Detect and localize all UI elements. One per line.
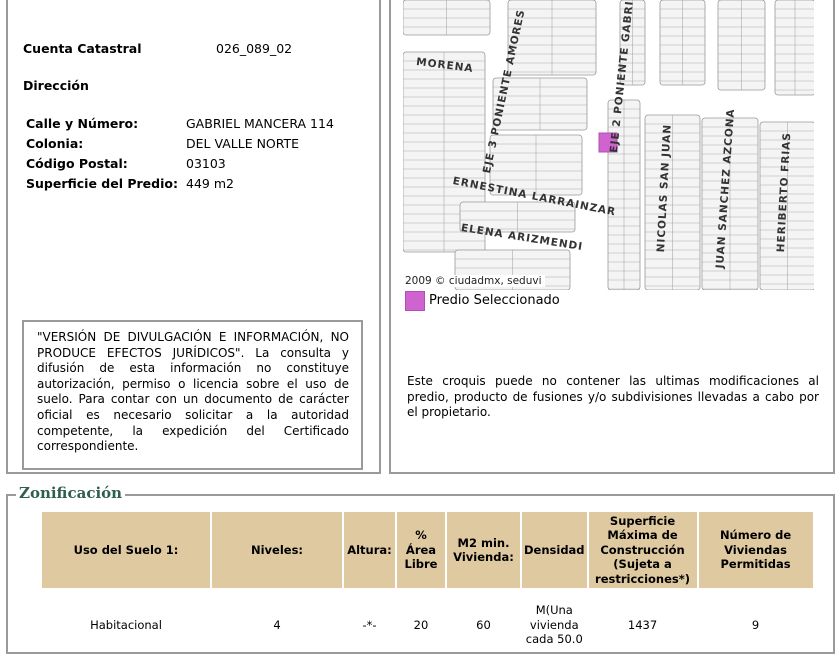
direccion-heading: Dirección xyxy=(23,78,89,93)
header-densidad: Densidad xyxy=(522,512,587,588)
field-label-cp: Código Postal: xyxy=(26,156,128,171)
map-copyright: 2009 © ciudadmx, seduvi xyxy=(405,275,545,287)
cell-uso: Habitacional xyxy=(90,617,162,632)
field-value-cp: 03103 xyxy=(186,156,226,171)
field-value-calle: GABRIEL MANCERA 114 xyxy=(186,116,334,131)
legend-label: Predio Seleccionado xyxy=(429,293,560,308)
header-uso: Uso del Suelo 1: xyxy=(42,512,210,588)
header-m2-min: M2 min. Vivienda: xyxy=(447,512,520,588)
selected-lot-swatch xyxy=(405,291,425,311)
field-label-colonia: Colonia: xyxy=(26,136,84,151)
table-row: Habitacional 4 -*- 20 60 M(Una vivienda … xyxy=(42,590,813,660)
cadastral-map[interactable]: MORENA EJE 3 PONIENTE AMORES EJE 2 PONIE… xyxy=(403,0,814,290)
zonificacion-table: Uso del Suelo 1: Niveles: Altura: % Área… xyxy=(40,510,815,662)
header-area-libre: % Área Libre xyxy=(397,512,445,588)
map-block xyxy=(659,0,706,86)
field-label-superficie: Superficie del Predio: xyxy=(26,176,178,191)
map-block xyxy=(403,0,491,36)
header-num-viviendas: Número de Viviendas Permitidas xyxy=(698,512,813,588)
cell-niveles: 4 xyxy=(273,617,281,632)
map-note: Este croquis puede no contener las ultim… xyxy=(407,374,819,420)
map-block xyxy=(774,0,814,96)
cuenta-value: 026_089_02 xyxy=(216,41,293,56)
cell-densidad: M(Una vivienda cada 50.0 xyxy=(525,603,583,647)
zonificacion-title: Zonificación xyxy=(16,484,126,502)
disclaimer-box: "VERSIÓN DE DIVULGACIÓN E INFORMACIÓN, N… xyxy=(22,320,363,470)
cell-m2-min: 60 xyxy=(476,617,491,632)
cell-num-viviendas: 9 xyxy=(751,617,760,632)
field-label-calle: Calle y Número: xyxy=(26,116,139,131)
header-altura: Altura: xyxy=(344,512,395,588)
header-niveles: Niveles: xyxy=(212,512,342,588)
field-value-colonia: DEL VALLE NORTE xyxy=(186,136,300,151)
table-header-row: Uso del Suelo 1: Niveles: Altura: % Área… xyxy=(42,512,813,588)
header-superficie-max: Superficie Máxima de Construcción (Sujet… xyxy=(588,512,697,588)
cell-area-libre: 20 xyxy=(413,617,429,632)
cell-altura: -*- xyxy=(362,617,377,632)
field-value-superficie: 449 m2 xyxy=(186,176,234,191)
map-block xyxy=(717,0,766,91)
cuenta-label: Cuenta Catastral xyxy=(23,41,142,56)
cell-superficie-max: 1437 xyxy=(627,617,658,632)
